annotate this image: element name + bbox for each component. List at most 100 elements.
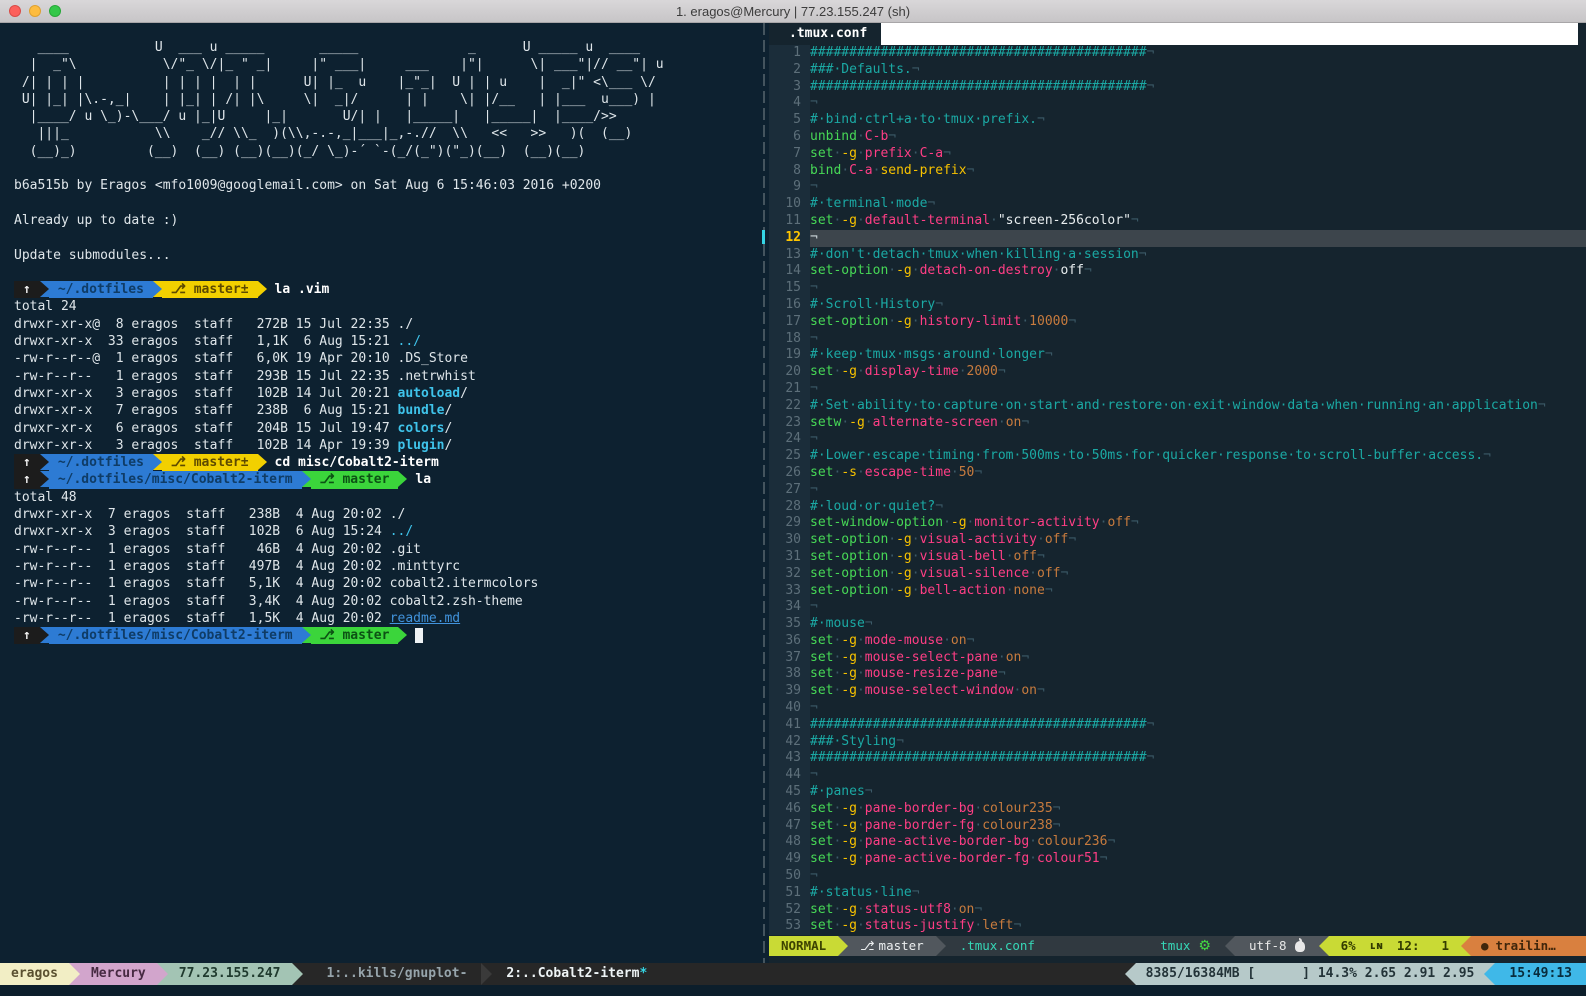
eol-marker: ¬: [810, 482, 818, 497]
shell-pane[interactable]: ____ U ___ u _____ _____ _ U _____ u ___…: [0, 23, 760, 963]
option-token: C-a: [849, 163, 872, 178]
status-ip: 77.23.155.247: [168, 963, 292, 985]
macos-titlebar: 1. eragos@Mercury | 77.23.155.247 (sh): [0, 0, 1586, 23]
line-number: 27: [769, 482, 810, 499]
vim-line: 9¬: [769, 179, 1586, 196]
terminal-text: -rw-r--r-- 1 eragos staff 293B 15 Jul 22…: [14, 368, 476, 385]
value-token: off: [1014, 549, 1037, 564]
code-text: ########################################…: [810, 79, 1586, 96]
vim-pane[interactable]: .tmux.conf 1############################…: [769, 23, 1586, 963]
eol-marker: ¬: [1147, 750, 1155, 765]
keyword-token: set: [810, 801, 833, 816]
powerline-arrow-icon: [302, 627, 311, 643]
flag-token: -g: [951, 515, 967, 530]
separator-arrow-icon: [936, 936, 946, 956]
terminal-line: total 48: [14, 489, 760, 506]
terminal-line: ↑~/.dotfiles⎇ master±la .vim: [14, 281, 760, 298]
space-dot: ·: [912, 146, 920, 161]
option-token: default-terminal: [865, 213, 990, 228]
terminal-line: drwxr-xr-x@ 8 eragos staff 272B 15 Jul 2…: [14, 316, 760, 333]
keyword-token: set-option: [810, 314, 888, 329]
vim-buffer[interactable]: 1#######################################…: [769, 45, 1586, 936]
space-dot: ·: [943, 515, 951, 530]
space-dot: ·: [888, 314, 896, 329]
plugin-label: tmux: [1160, 936, 1190, 956]
value-token: left: [982, 918, 1013, 933]
space-dot: ·: [888, 532, 896, 547]
option-token: pane-active-border-bg: [865, 834, 1029, 849]
vim-line: 31set-option·-g·visual-bell·off¬: [769, 549, 1586, 566]
line-number: 15: [769, 280, 810, 297]
separator-arrow-icon: [157, 963, 168, 985]
code-text: ¬: [810, 331, 1586, 348]
code-text: ¬: [810, 700, 1586, 717]
terminal-line: drwxr-xr-x 7 eragos staff 238B 6 Aug 15:…: [14, 402, 760, 419]
pane-divider[interactable]: [760, 23, 769, 963]
terminal-line: drwxr-xr-x 3 eragos staff 102B 14 Apr 19…: [14, 437, 760, 454]
terminal-line: ↑~/.dotfiles⎇ master±cd misc/Cobalt2-ite…: [14, 454, 760, 471]
powerline-arrow-icon: [40, 454, 49, 470]
value-token: none: [1014, 583, 1045, 598]
pane-border-line: [763, 23, 765, 963]
readme-link[interactable]: readme.md: [390, 610, 460, 627]
separator-arrow-icon: [69, 963, 80, 985]
vim-tab[interactable]: .tmux.conf: [769, 23, 881, 45]
separator-arrow-icon: [1319, 936, 1329, 956]
eol-marker: ¬: [912, 885, 920, 900]
directory-name: bundle: [398, 402, 445, 419]
line-number: 41: [769, 717, 810, 734]
space-dot: ·: [888, 583, 896, 598]
code-text: set-window-option·-g·monitor-activity·of…: [810, 515, 1586, 532]
space-dot: ·: [998, 415, 1006, 430]
powerline-arrow-icon: [398, 627, 407, 643]
line-number: 11: [769, 213, 810, 230]
zoom-button[interactable]: [49, 5, 61, 17]
space-dot: ·: [888, 263, 896, 278]
code-text: set·-g·pane-border-bg·colour235¬: [810, 801, 1586, 818]
space-dot: ·: [857, 851, 865, 866]
option-token: pane-border-bg: [865, 801, 975, 816]
vim-line: 24¬: [769, 431, 1586, 448]
vim-line: 53set·-g·status-justify·left¬: [769, 918, 1586, 935]
keyword-token: set-option: [810, 566, 888, 581]
prompt-git-segment: ⎇ master±: [162, 454, 258, 471]
vim-line: 35#·mouse¬: [769, 616, 1586, 633]
ascii-banner: ____ U ___ u _____ _____ _ U _____ u ___…: [14, 39, 760, 160]
code-text: set·-g·default-terminal·"screen-256color…: [810, 213, 1586, 230]
terminal-text: drwxr-xr-x 3 eragos staff 102B 6 Aug 15:…: [14, 523, 390, 540]
minimize-button[interactable]: [29, 5, 41, 17]
vim-line: 2###·Defaults.¬: [769, 62, 1586, 79]
keyword-token: set: [810, 666, 833, 681]
code-text: #·Set·ability·to·capture·on·start·and·re…: [810, 398, 1586, 415]
option-token: C-b: [865, 129, 888, 144]
close-button[interactable]: [9, 5, 21, 17]
tmux-window-1[interactable]: 1:..kills/gnuplot-: [303, 963, 482, 985]
option-token: pane-border-fg: [865, 818, 975, 833]
code-text: set·-s·escape-time·50¬: [810, 465, 1586, 482]
vim-line: 1#######################################…: [769, 45, 1586, 62]
value-token: on: [959, 902, 975, 917]
comment-token: #·Lower·escape·timing·from·500ms·to·50ms…: [810, 448, 1483, 463]
powerline-arrow-icon: [302, 471, 311, 487]
prompt-status-icon: ↑: [14, 471, 40, 488]
space-dot: ·: [951, 465, 959, 480]
eol-marker: ¬: [1131, 515, 1139, 530]
keyword-token: set: [810, 834, 833, 849]
terminal-text: ./: [390, 506, 406, 523]
separator-arrow-icon: [1461, 936, 1471, 956]
flag-token: -g: [841, 851, 857, 866]
eol-marker: ¬: [935, 499, 943, 514]
flag-token: -s: [841, 465, 857, 480]
vim-line: 38set·-g·mouse-resize-pane¬: [769, 666, 1586, 683]
prompt-path-segment: ~/.dotfiles: [49, 454, 153, 471]
space-dot: ·: [857, 650, 865, 665]
tmux-window-2[interactable]: 2:..Cobalt2-iterm*: [492, 963, 649, 985]
vim-line: 29set-window-option·-g·monitor-activity·…: [769, 515, 1586, 532]
terminal-line: [14, 264, 760, 281]
terminal-text: /: [444, 420, 452, 437]
space-dot: ·: [857, 683, 865, 698]
terminal-text: drwxr-xr-x 6 eragos staff 204B 15 Jul 19…: [14, 420, 398, 437]
vim-line: 21¬: [769, 381, 1586, 398]
flag-token: -g: [841, 364, 857, 379]
vim-line: 25#·Lower·escape·timing·from·500ms·to·50…: [769, 448, 1586, 465]
